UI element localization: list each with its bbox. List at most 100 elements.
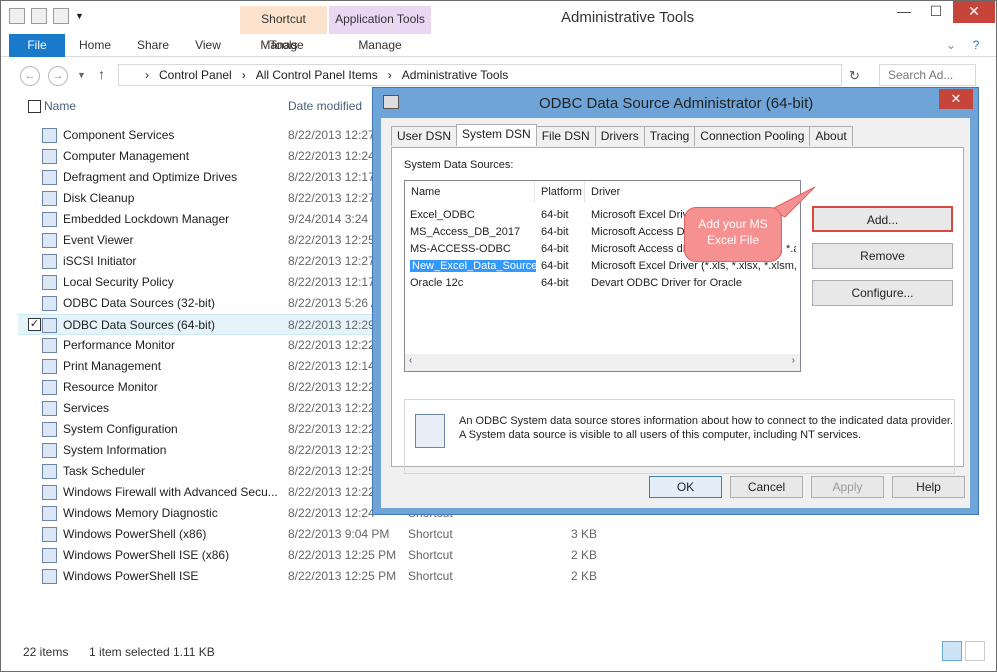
tab-manage-shortcut[interactable]: Manage [246, 34, 318, 57]
up-arrow-icon[interactable]: ↑ [98, 66, 105, 82]
shortcut-icon [42, 506, 57, 521]
file-name: ODBC Data Sources (64-bit) [63, 318, 216, 332]
info-line-2: A System data source is visible to all u… [459, 429, 862, 441]
tab-share[interactable]: Share [129, 34, 177, 57]
file-type: Shortcut [408, 569, 453, 583]
crumb-control-panel[interactable]: Control Panel [159, 68, 232, 82]
column-date-header[interactable]: Date modified [288, 99, 362, 113]
shortcut-icon [42, 296, 57, 311]
minimize-button[interactable]: — [889, 1, 919, 23]
dsn-name: Excel_ODBC [410, 209, 475, 221]
contextual-tab-application-tools: Application Tools [329, 6, 431, 34]
scroll-left-icon[interactable]: ‹ [409, 355, 412, 366]
tab-file[interactable]: File [9, 34, 65, 57]
dsn-header-platform[interactable]: Platform [535, 181, 585, 203]
tab-file-dsn[interactable]: File DSN [535, 126, 596, 146]
tab-drivers[interactable]: Drivers [594, 126, 645, 146]
refresh-icon[interactable]: ↻ [849, 68, 860, 84]
tab-system-dsn[interactable]: System DSN [456, 124, 537, 146]
selected-size: 1.11 KB [173, 645, 215, 659]
file-date: 8/22/2013 9:04 PM [288, 527, 390, 541]
file-row[interactable]: Windows PowerShell (x86) 8/22/2013 9:04 P… [18, 524, 618, 545]
recent-dropdown-icon[interactable]: ▼ [77, 70, 86, 80]
help-icon[interactable]: ? [966, 34, 986, 57]
shortcut-icon [42, 464, 57, 479]
file-row[interactable]: Windows PowerShell ISE 8/22/2013 12:25 PM… [18, 566, 618, 587]
file-date: 8/22/2013 12:22 [288, 380, 375, 394]
tab-about[interactable]: About [809, 126, 853, 146]
remove-button[interactable]: Remove [812, 243, 953, 269]
add-button[interactable]: Add... [812, 206, 953, 232]
file-name: Services [63, 401, 110, 415]
shortcut-icon [42, 443, 57, 458]
crumb-admin-tools[interactable]: Administrative Tools [402, 68, 509, 82]
dsn-platform: 64-bit [541, 209, 569, 221]
breadcrumb[interactable]: › Control Panel › All Control Panel Item… [118, 64, 842, 86]
contextual-tab-shortcut-tools: Shortcut Tools [240, 6, 327, 52]
details-view-icon[interactable] [942, 641, 962, 661]
dsn-row[interactable]: Oracle 12c 64-bit Devart ODBC Driver for O… [405, 275, 800, 292]
file-date: 8/22/2013 12:25 PM [288, 569, 397, 583]
tab-user-dsn[interactable]: User DSN [391, 126, 458, 146]
cancel-button[interactable]: Cancel [730, 476, 803, 498]
tab-view[interactable]: View [184, 34, 232, 57]
back-button[interactable]: ← [20, 66, 40, 86]
file-date: 8/22/2013 12:24 [288, 506, 375, 520]
shortcut-icon [42, 318, 57, 333]
column-name-header[interactable]: Name [44, 99, 76, 113]
tab-connection-pooling[interactable]: Connection Pooling [694, 126, 811, 146]
file-name: Event Viewer [63, 233, 134, 247]
file-date: 8/22/2013 12:22 [288, 338, 375, 352]
tab-home[interactable]: Home [71, 34, 119, 57]
shortcut-icon [42, 359, 57, 374]
shortcut-icon [42, 254, 57, 269]
shortcut-icon [42, 338, 57, 353]
dialog-title-bar: ODBC Data Source Administrator (64-bit) … [373, 88, 978, 118]
ok-button[interactable]: OK [649, 476, 722, 498]
file-name: ODBC Data Sources (32-bit) [63, 296, 216, 310]
file-name: Component Services [63, 128, 175, 142]
shortcut-icon [42, 422, 57, 437]
ribbon-expand-icon[interactable]: ⌄ [941, 34, 961, 57]
file-name: Computer Management [63, 149, 190, 163]
select-all-checkbox[interactable] [28, 100, 41, 113]
maximize-button[interactable]: ☐ [921, 1, 951, 23]
file-date: 8/22/2013 12:22 [288, 485, 375, 499]
horizontal-scrollbar[interactable]: ‹ › [405, 354, 800, 371]
file-name: iSCSI Initiator [63, 254, 137, 268]
dsn-name: MS_Access_DB_2017 [410, 226, 521, 238]
system-sources-label: System Data Sources: [404, 159, 514, 171]
dialog-body: User DSN System DSN File DSN Drivers Tra… [381, 118, 970, 508]
file-date: 8/22/2013 12:27 [288, 254, 375, 268]
apply-button[interactable]: Apply [811, 476, 884, 498]
forward-button[interactable]: → [48, 66, 68, 86]
crumb-all-items[interactable]: All Control Panel Items [256, 68, 378, 82]
search-input[interactable]: Search Ad... [879, 64, 976, 86]
shortcut-icon [42, 527, 57, 542]
dialog-close-button[interactable]: ✕ [939, 89, 973, 109]
properties-icon[interactable] [31, 8, 47, 24]
dsn-name: New_Excel_Data_Source [410, 260, 536, 272]
configure-button[interactable]: Configure... [812, 280, 953, 306]
dsn-platform: 64-bit [541, 277, 569, 289]
tab-tracing[interactable]: Tracing [643, 126, 696, 146]
new-folder-icon[interactable] [53, 8, 69, 24]
file-name: Performance Monitor [63, 338, 176, 352]
dsn-platform: 64-bit [541, 260, 569, 272]
dsn-platform: 64-bit [541, 243, 569, 255]
help-button[interactable]: Help [892, 476, 965, 498]
file-row[interactable]: Windows PowerShell ISE (x86) 8/22/2013 12… [18, 545, 618, 566]
tab-manage-application[interactable]: Manage [341, 34, 419, 57]
scroll-right-icon[interactable]: › [792, 355, 795, 366]
close-button[interactable]: ✕ [953, 1, 995, 23]
shortcut-icon [42, 401, 57, 416]
file-date: 8/22/2013 12:17 [288, 275, 375, 289]
file-size: 3 KB [571, 527, 598, 541]
row-checkbox[interactable]: ✓ [28, 318, 41, 331]
title-bar: ▼ Shortcut Tools Application Tools Admin… [1, 1, 996, 52]
file-name: Windows Firewall with Advanced Secu... [63, 485, 278, 499]
large-icons-view-icon[interactable] [965, 641, 985, 661]
qat-dropdown-icon[interactable]: ▼ [75, 11, 84, 21]
dsn-header-name[interactable]: Name [405, 181, 535, 203]
dialog-tabs: User DSN System DSN File DSN Drivers Tra… [391, 124, 853, 146]
